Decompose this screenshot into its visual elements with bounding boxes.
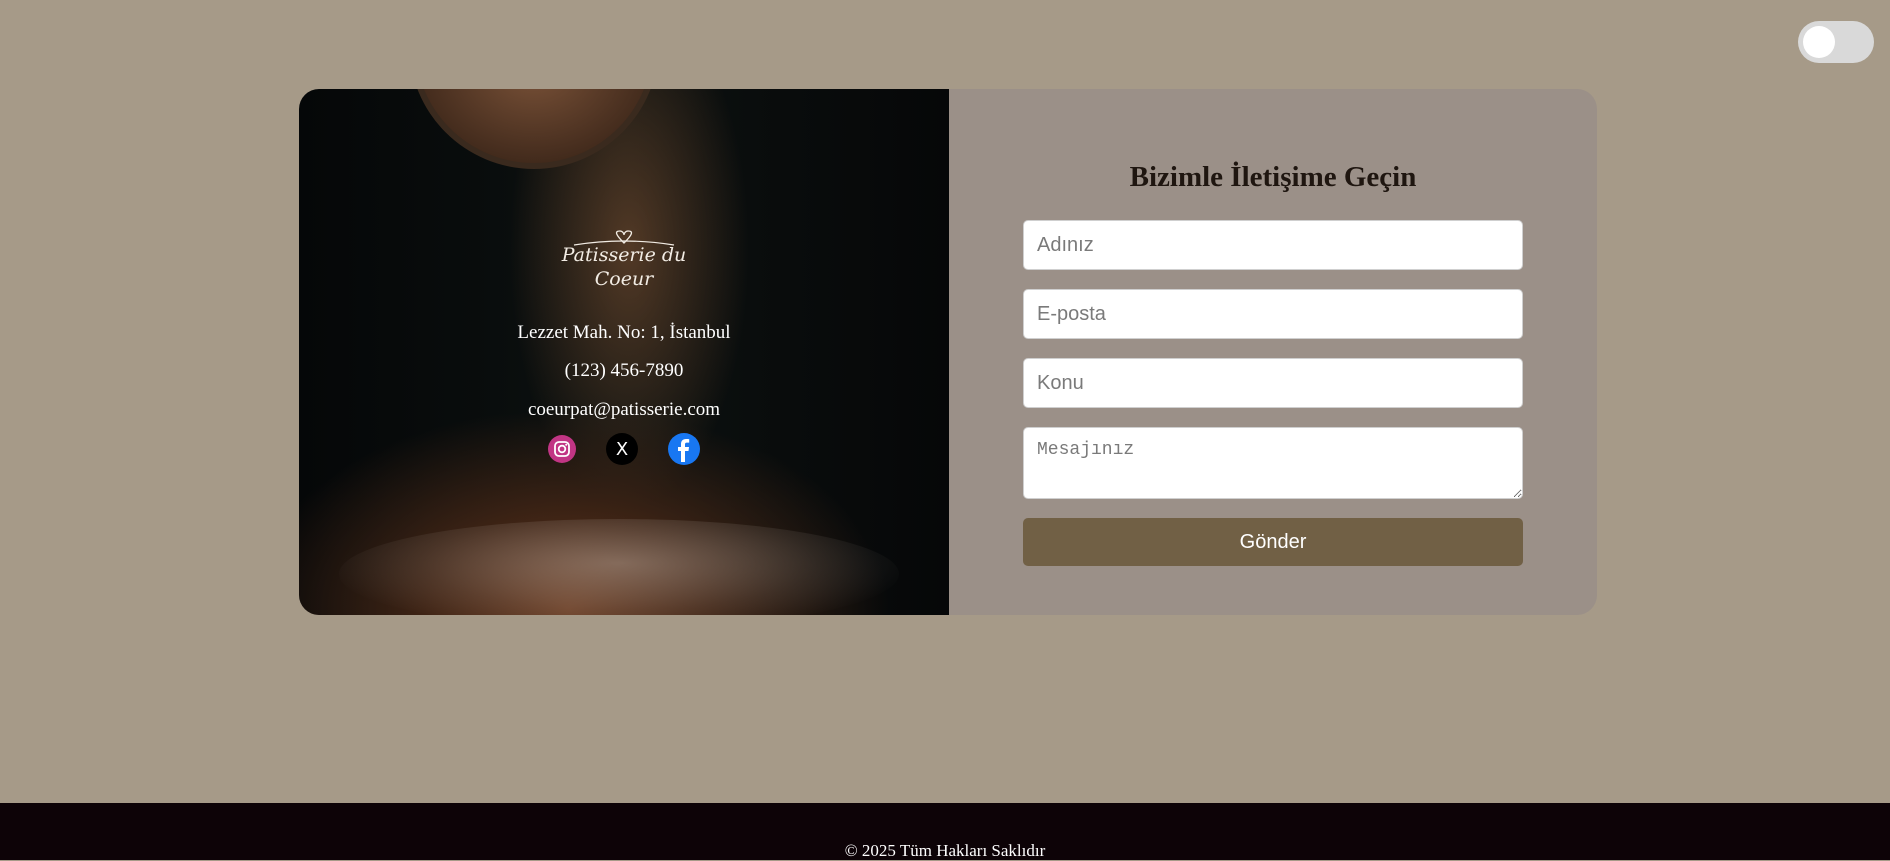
instagram-icon[interactable] bbox=[548, 435, 576, 463]
contact-form-panel: Bizimle İletişime Geçin Gönder bbox=[949, 89, 1597, 615]
facebook-icon[interactable] bbox=[668, 433, 700, 465]
logo-line-2: Coeur bbox=[594, 268, 654, 290]
footer: © 2025 Tüm Hakları Saklıdır bbox=[0, 803, 1890, 860]
x-icon[interactable]: X bbox=[606, 433, 638, 465]
contact-info-panel: Patisserie du Coeur Lezzet Mah. No: 1, İ… bbox=[299, 89, 949, 615]
social-links: X bbox=[299, 433, 949, 465]
brand-logo: Patisserie du Coeur bbox=[554, 229, 694, 299]
toggle-knob bbox=[1803, 26, 1835, 58]
name-input[interactable] bbox=[1023, 220, 1523, 270]
email-text: coeurpat@patisserie.com bbox=[527, 399, 721, 420]
submit-button[interactable]: Gönder bbox=[1023, 518, 1523, 566]
email-input[interactable] bbox=[1023, 289, 1523, 339]
address-text: Lezzet Mah. No: 1, İstanbul bbox=[517, 322, 731, 343]
logo-text: Patisserie du Coeur bbox=[554, 243, 694, 291]
copyright-text: © 2025 Tüm Hakları Saklıdır bbox=[844, 841, 1046, 860]
contact-card: Patisserie du Coeur Lezzet Mah. No: 1, İ… bbox=[299, 89, 1597, 615]
subject-input[interactable] bbox=[1023, 358, 1523, 408]
phone-text: (123) 456-7890 bbox=[564, 360, 684, 381]
logo-line-1: Patisserie du bbox=[561, 244, 687, 266]
message-textarea[interactable] bbox=[1023, 427, 1523, 499]
theme-toggle[interactable] bbox=[1798, 21, 1874, 63]
form-title: Bizimle İletişime Geçin bbox=[1129, 161, 1417, 193]
